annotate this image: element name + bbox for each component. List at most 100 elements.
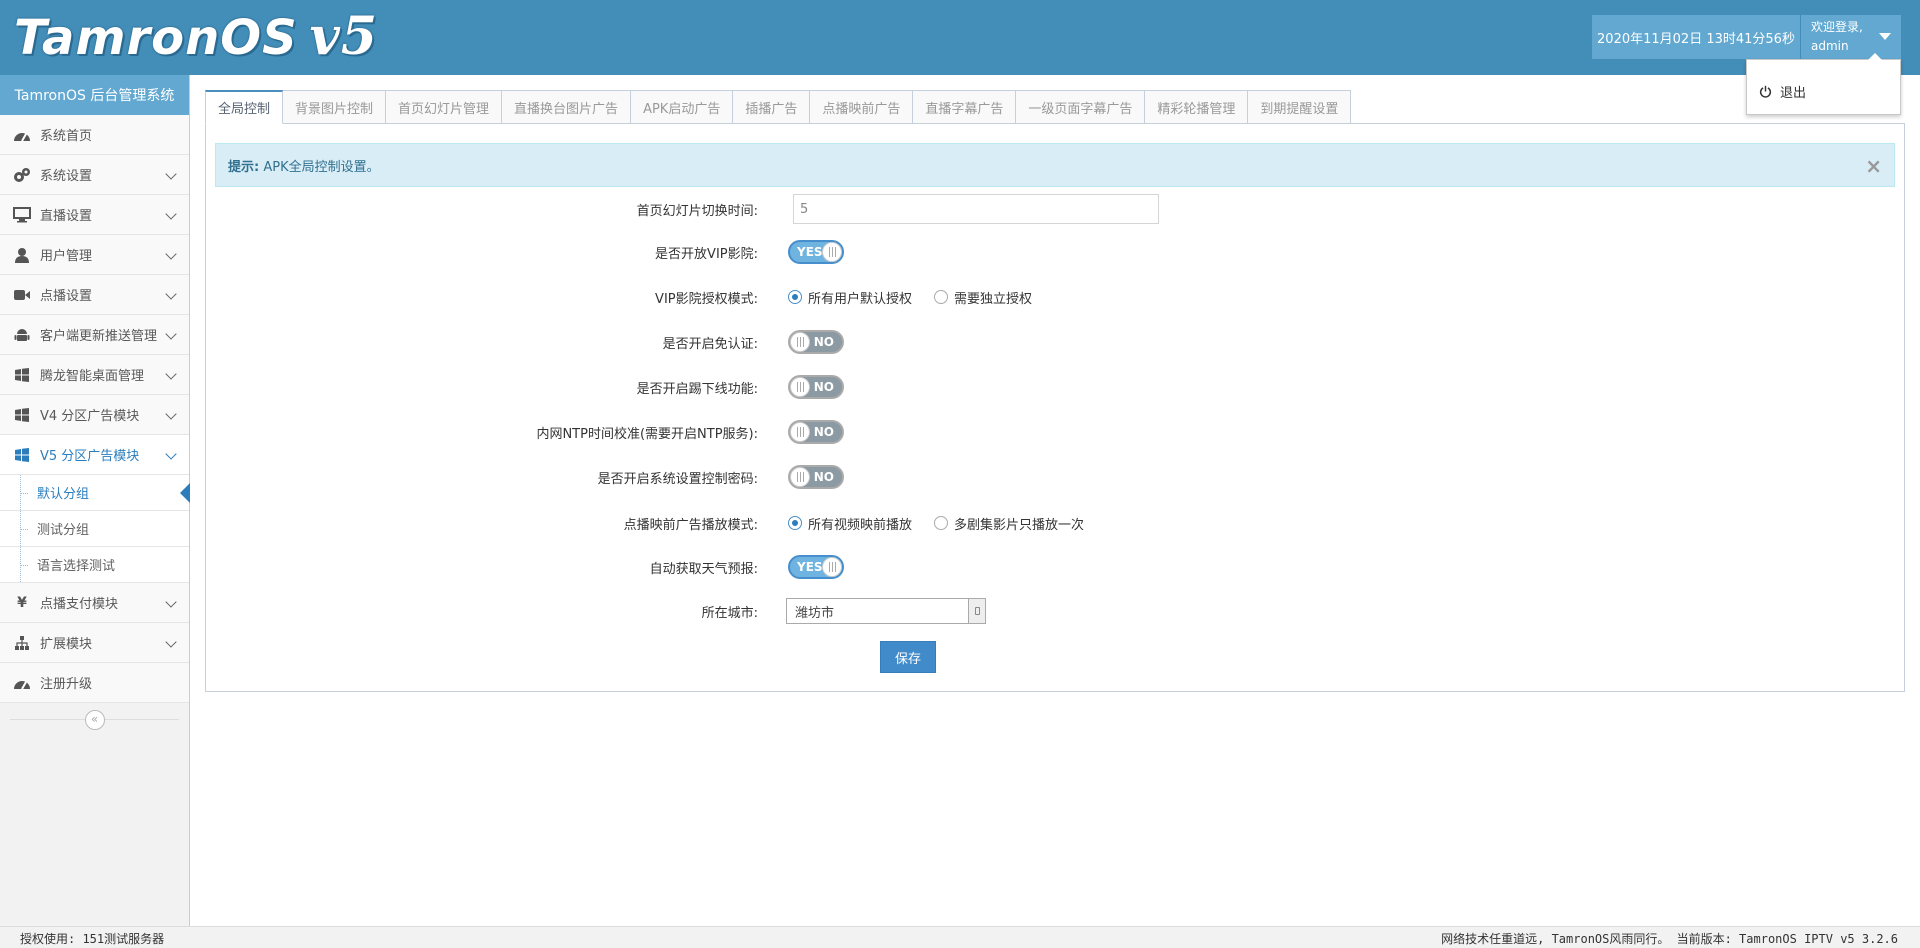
- chevron-down-icon: [165, 448, 177, 460]
- free-auth-toggle[interactable]: NO: [788, 330, 844, 354]
- sidebar-subitem-label: 默认分组: [37, 487, 90, 502]
- form-label: 是否开启系统设置控制密码:: [597, 471, 758, 487]
- chevron-down-icon: [165, 288, 177, 300]
- kick-offline-toggle[interactable]: NO: [788, 375, 844, 399]
- toggle-state: YES: [797, 245, 823, 259]
- tab-background-image[interactable]: 背景图片控制: [283, 90, 387, 124]
- sidebar-item-label: 用户管理: [40, 249, 93, 264]
- city-select[interactable]: 潍坊市: [786, 598, 986, 624]
- chevron-down-icon: [165, 168, 177, 180]
- vip-open-toggle[interactable]: YES: [788, 240, 844, 264]
- tab-level1-subtitle-ad[interactable]: 一级页面字幕广告: [1016, 90, 1146, 124]
- form-label: 自动获取天气预报:: [649, 561, 758, 577]
- vip-mode-radio-independent[interactable]: 需要独立授权: [934, 288, 1032, 307]
- city-selected-value: 潍坊市: [795, 605, 835, 621]
- form-row-vip-open: 是否开放VIP影院: YES: [206, 237, 1906, 267]
- user-dropdown-menu: 退出: [1746, 53, 1901, 115]
- radio-label: 所有视频映前播放: [808, 517, 913, 533]
- sidebar-title: TamronOS 后台管理系统: [0, 75, 189, 115]
- user-dropdown-toggle[interactable]: 欢迎登录, admin: [1801, 15, 1901, 59]
- tab-home-slides[interactable]: 首页幻灯片管理: [386, 90, 503, 124]
- toggle-knob: [790, 377, 810, 397]
- sidebar-subitem-label: 测试分组: [37, 523, 90, 538]
- sidebar-item-label: 扩展模块: [40, 637, 93, 652]
- sidebar-collapse-button[interactable]: «: [84, 710, 105, 730]
- brand-logo[interactable]: TamronOS v5: [14, 6, 378, 68]
- tab-live-subtitle-ad[interactable]: 直播字幕广告: [913, 90, 1017, 124]
- sidebar-item-label: 点播支付模块: [40, 597, 119, 612]
- vip-mode-radio-default[interactable]: 所有用户默认授权: [788, 288, 912, 307]
- user-icon: [12, 246, 32, 264]
- radio-label: 所有用户默认授权: [808, 291, 913, 307]
- tab-vod-preroll-ad[interactable]: 点播映前广告: [810, 90, 914, 124]
- toggle-state: NO: [813, 380, 834, 394]
- preroll-mode-radio-all[interactable]: 所有视频映前播放: [788, 514, 912, 533]
- select-arrow-icon: [968, 599, 985, 623]
- sidebar-item-client-update-push[interactable]: 客户端更新推送管理: [0, 315, 189, 355]
- form-label: 首页幻灯片切换时间:: [636, 203, 758, 219]
- sidebar-subitem-test-group[interactable]: 测试分组: [0, 511, 189, 547]
- sidebar-item-register-upgrade[interactable]: 注册升级: [0, 663, 189, 703]
- radio-unchecked-icon: [934, 516, 949, 530]
- chevron-down-icon: [165, 248, 177, 260]
- toggle-knob: [790, 422, 810, 442]
- sidebar-item-label: 系统首页: [40, 129, 93, 144]
- sys-password-toggle[interactable]: NO: [788, 465, 844, 489]
- tab-bar: 全局控制 背景图片控制 首页幻灯片管理 直播换台图片广告 APK启动广告 插播广…: [205, 90, 1352, 124]
- sidebar-item-v5-ad-module[interactable]: V5 分区广告模块: [0, 435, 189, 475]
- sidebar-item-label: V5 分区广告模块: [40, 449, 140, 464]
- weather-toggle[interactable]: YES: [788, 555, 844, 579]
- yen-icon: ¥: [17, 594, 27, 611]
- sidebar-item-label: 直播设置: [40, 209, 93, 224]
- close-icon[interactable]: ×: [1865, 154, 1882, 178]
- form-label: 是否开启免认证:: [662, 336, 758, 352]
- form-row-free-auth: 是否开启免认证: NO: [206, 327, 1906, 357]
- slide-interval-input[interactable]: [793, 194, 1159, 224]
- radio-checked-icon: [788, 516, 802, 530]
- desktop-icon: [12, 206, 32, 224]
- form-label: 是否开放VIP影院:: [655, 246, 758, 262]
- sidebar-item-live-settings[interactable]: 直播设置: [0, 195, 189, 235]
- sidebar: TamronOS 后台管理系统 系统首页 系统设置 直播设置 用户管理 点播设置: [0, 75, 190, 926]
- sidebar-item-vod-settings[interactable]: 点播设置: [0, 275, 189, 315]
- sidebar-subitem-default-group[interactable]: 默认分组: [0, 475, 190, 511]
- save-button[interactable]: 保存: [880, 641, 937, 673]
- tab-live-switch-image-ad[interactable]: 直播换台图片广告: [502, 90, 632, 124]
- sidebar-subitem-language-test[interactable]: 语言选择测试: [0, 547, 189, 583]
- footer-bar: 授权使用: 151测试服务器 网络技术任重道远, TamronOS风雨同行。 当…: [0, 926, 1920, 948]
- tab-apk-launch-ad[interactable]: APK启动广告: [631, 90, 734, 124]
- sidebar-item-system-settings[interactable]: 系统设置: [0, 155, 189, 195]
- version-info: 网络技术任重道远, TamronOS风雨同行。 当前版本: TamronOS I…: [1441, 932, 1898, 946]
- tab-global-control[interactable]: 全局控制: [205, 90, 284, 124]
- toggle-state: YES: [797, 560, 823, 574]
- chevron-down-icon: [165, 596, 177, 608]
- form-row-sys-password: 是否开启系统设置控制密码: NO: [206, 462, 1906, 492]
- top-navbar: TamronOS v5 2020年11月02日 13时41分56秒 欢迎登录, a…: [0, 0, 1920, 75]
- form-row-city: 所在城市: 潍坊市: [206, 596, 1906, 626]
- tab-expiry-reminder[interactable]: 到期提醒设置: [1248, 90, 1352, 124]
- form-row-slide-interval: 首页幻灯片切换时间:: [206, 194, 1906, 224]
- sidebar-item-smart-desktop[interactable]: 腾龙智能桌面管理: [0, 355, 189, 395]
- sidebar-item-home[interactable]: 系统首页: [0, 115, 189, 155]
- video-camera-icon: [12, 286, 32, 304]
- radio-unchecked-icon: [934, 290, 949, 304]
- sidebar-item-v4-ad-module[interactable]: V4 分区广告模块: [0, 395, 189, 435]
- chevron-down-icon: [165, 328, 177, 340]
- form-row-actions: 保存: [206, 641, 1906, 673]
- alert-text: APK全局控制设置。: [263, 159, 380, 175]
- sidebar-item-label: 客户端更新推送管理: [40, 329, 158, 344]
- license-info: 授权使用: 151测试服务器: [20, 932, 165, 946]
- sidebar-item-user-management[interactable]: 用户管理: [0, 235, 189, 275]
- sidebar-item-vod-payment[interactable]: ¥ 点播支付模块: [0, 583, 189, 623]
- preroll-mode-radio-once[interactable]: 多剧集影片只播放一次: [934, 514, 1084, 533]
- sidebar-item-extensions[interactable]: 扩展模块: [0, 623, 189, 663]
- brand-version: v5: [309, 6, 379, 67]
- radio-label: 需要独立授权: [954, 291, 1033, 307]
- logout-menu-item[interactable]: 退出: [1759, 82, 1806, 101]
- tab-carousel-management[interactable]: 精彩轮播管理: [1145, 90, 1249, 124]
- tab-insert-ad[interactable]: 插播广告: [733, 90, 811, 124]
- ntp-toggle[interactable]: NO: [788, 420, 844, 444]
- windows-icon: [12, 366, 32, 384]
- form-label: 内网NTP时间校准(需要开启NTP服务):: [536, 426, 758, 442]
- toggle-state: NO: [813, 335, 834, 349]
